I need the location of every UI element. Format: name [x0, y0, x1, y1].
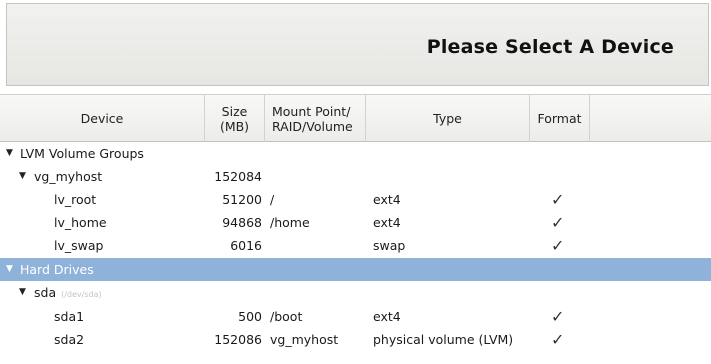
mount-point: vg_myhost: [270, 332, 339, 347]
filesystem-type: ext4: [373, 192, 401, 207]
tree-row-sda1[interactable]: sda1 500 /boot ext4 ✓: [0, 305, 711, 328]
tree-row-hard-drives[interactable]: ▼ Hard Drives: [0, 258, 711, 281]
device-size: 51200: [222, 192, 262, 207]
mount-point: /boot: [270, 309, 303, 324]
tree-header: Device Size (MB) Mount Point/ RAID/Volum…: [0, 94, 711, 142]
device-name: sda (/dev/sda): [34, 281, 102, 306]
tree-row-sda[interactable]: ▼ sda (/dev/sda): [0, 281, 711, 304]
filesystem-type: physical volume (LVM): [373, 332, 514, 347]
device-name: sda2: [54, 332, 85, 347]
page-title: Please Select A Device: [426, 36, 674, 58]
device-name: vg_myhost: [34, 169, 103, 184]
device-path: (/dev/sda): [61, 290, 102, 299]
tree-row-lv-home[interactable]: lv_home 94868 /home ext4 ✓: [0, 211, 711, 234]
device-name: Hard Drives: [20, 262, 94, 277]
device-name: lv_swap: [54, 238, 104, 253]
column-header-format[interactable]: Format: [530, 95, 590, 142]
tree-row-lv-root[interactable]: lv_root 51200 / ext4 ✓: [0, 188, 711, 211]
device-name-text: sda: [34, 285, 57, 300]
tree-row-lvm-volume-groups[interactable]: ▼ LVM Volume Groups: [0, 142, 711, 165]
checkmark-icon: ✓: [551, 307, 565, 326]
column-header-size[interactable]: Size (MB): [205, 95, 265, 142]
checkmark-icon: ✓: [551, 190, 565, 209]
filesystem-type: ext4: [373, 215, 401, 230]
mount-point: /: [270, 192, 275, 207]
filesystem-type: swap: [373, 238, 406, 253]
triangle-down-icon[interactable]: ▼: [6, 258, 13, 280]
column-header-type[interactable]: Type: [366, 95, 530, 142]
device-size: 500: [238, 309, 262, 324]
device-size: 94868: [222, 215, 262, 230]
checkmark-icon: ✓: [551, 330, 565, 349]
column-header-device[interactable]: Device: [0, 95, 205, 142]
device-size: 152086: [214, 332, 262, 347]
triangle-down-icon[interactable]: ▼: [19, 281, 26, 303]
checkmark-icon: ✓: [551, 213, 565, 232]
column-header-mount-point[interactable]: Mount Point/ RAID/Volume: [265, 95, 366, 142]
triangle-down-icon[interactable]: ▼: [19, 165, 26, 187]
device-name: LVM Volume Groups: [20, 146, 144, 161]
checkmark-icon: ✓: [551, 236, 565, 255]
filesystem-type: ext4: [373, 309, 401, 324]
tree-row-lv-swap[interactable]: lv_swap 6016 swap ✓: [0, 234, 711, 257]
device-size: 6016: [230, 238, 262, 253]
installer-banner: Please Select A Device: [6, 3, 709, 86]
device-tree[interactable]: Device Size (MB) Mount Point/ RAID/Volum…: [0, 94, 711, 364]
device-name: lv_home: [54, 215, 107, 230]
tree-row-vg-myhost[interactable]: ▼ vg_myhost 152084: [0, 165, 711, 188]
mount-point: /home: [270, 215, 310, 230]
device-size: 152084: [214, 169, 262, 184]
device-name: sda1: [54, 309, 85, 324]
device-name: lv_root: [54, 192, 97, 207]
tree-row-sda2[interactable]: sda2 152086 vg_myhost physical volume (L…: [0, 328, 711, 351]
triangle-down-icon[interactable]: ▼: [6, 142, 13, 164]
